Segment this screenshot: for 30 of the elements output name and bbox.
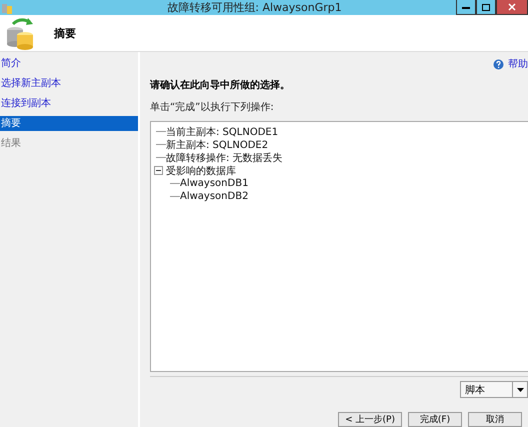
sidebar-item[interactable]: 摘要 bbox=[0, 116, 138, 131]
sidebar-item[interactable]: 连接到副本 bbox=[0, 96, 138, 111]
minimize-icon bbox=[462, 6, 470, 8]
window-title: 故障转移可用性组: AlwaysonGrp1 bbox=[166, 0, 343, 15]
minimize-button[interactable] bbox=[456, 0, 476, 15]
tree-item: 当前主副本: SQLNODE1 bbox=[166, 126, 278, 138]
tree-item: AlwaysonDB2 bbox=[180, 191, 248, 202]
wizard-button[interactable]: 取消 bbox=[468, 412, 522, 427]
database-icon bbox=[1, 2, 13, 14]
maximize-button[interactable] bbox=[476, 0, 496, 15]
database-sync-icon bbox=[4, 16, 36, 50]
script-dropdown[interactable]: 脚本 bbox=[460, 381, 528, 398]
tree-item: 受影响的数据库 bbox=[166, 164, 236, 178]
collapse-icon[interactable] bbox=[154, 166, 163, 175]
sidebar-item[interactable]: 简介 bbox=[0, 56, 138, 71]
instruction-text: 单击“完成”以执行下列操作: bbox=[150, 100, 275, 114]
heading-text: 请确认在此向导中所做的选择。 bbox=[150, 78, 291, 92]
close-icon bbox=[508, 3, 516, 11]
page-title: 摘要 bbox=[54, 26, 76, 40]
tree-item: AlwaysonDB1 bbox=[180, 178, 248, 189]
tree-item: 新主副本: SQLNODE2 bbox=[166, 138, 268, 152]
tree-item: 故障转移操作: 无数据丢失 bbox=[166, 152, 283, 164]
help-icon bbox=[493, 58, 504, 70]
close-button[interactable] bbox=[496, 0, 528, 15]
caret-icon bbox=[516, 388, 524, 392]
maximize-icon bbox=[482, 4, 490, 10]
help-link[interactable]: 帮助 bbox=[493, 57, 528, 71]
sidebar-item[interactable]: 选择新主副本 bbox=[0, 76, 138, 91]
wizard-button[interactable]: < 上一步(P) bbox=[338, 412, 402, 427]
wizard-button[interactable]: 完成(F) bbox=[408, 412, 462, 427]
